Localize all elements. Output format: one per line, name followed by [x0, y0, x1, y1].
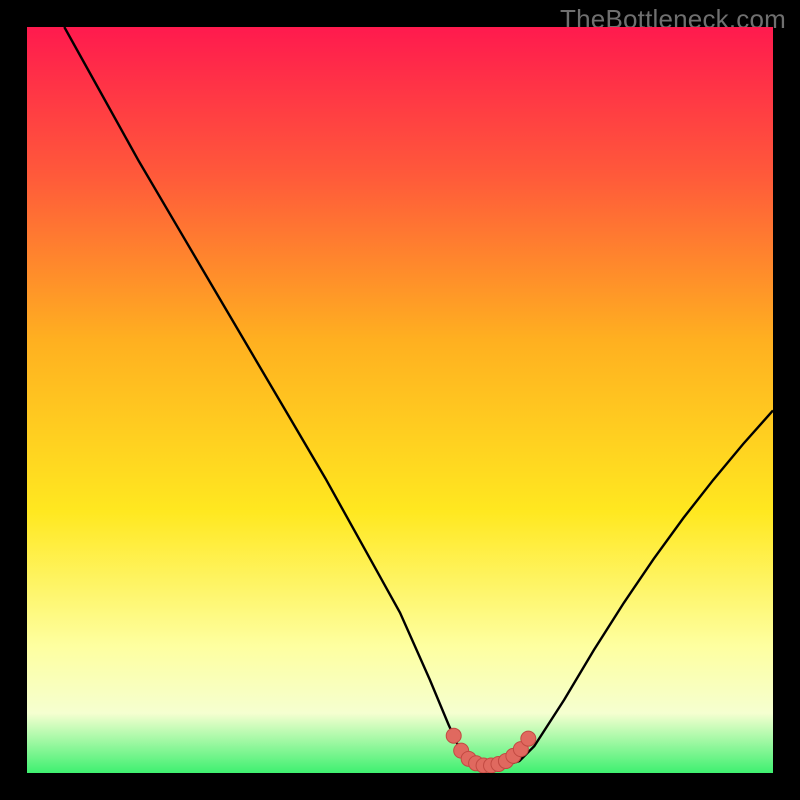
chart-svg [27, 27, 773, 773]
chart-plot-area [27, 27, 773, 773]
optimal-marker [446, 728, 461, 743]
gradient-background [27, 27, 773, 773]
optimal-marker [521, 731, 536, 746]
chart-frame: TheBottleneck.com [0, 0, 800, 800]
